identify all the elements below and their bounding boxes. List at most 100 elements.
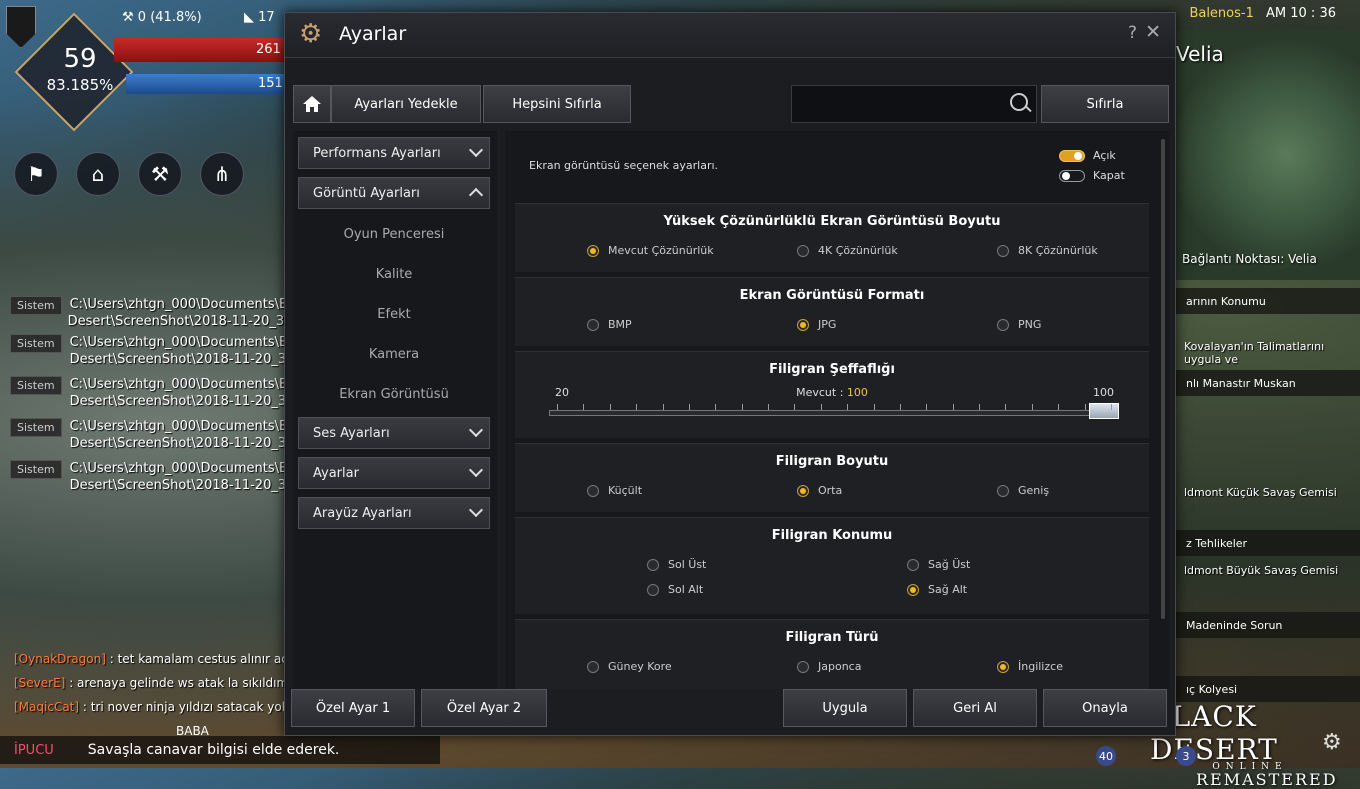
settings-sidebar: Performans Ayarları Görüntü Ayarları Oyu… (293, 131, 497, 689)
wm-position-option[interactable]: Sağ Üst (907, 558, 970, 571)
close-button[interactable]: ✕ (1145, 21, 1161, 43)
notification-badge[interactable]: 3 (1176, 746, 1196, 766)
system-tag: Sistem (10, 418, 62, 437)
slider-tick (636, 404, 638, 410)
quest-item[interactable]: Madeninde Sorun (1176, 612, 1360, 638)
opacity-slider-track[interactable] (549, 410, 1119, 416)
quest-item[interactable]: nlı Manastır Muskan (1176, 370, 1360, 396)
quest-sub: ldmont Küçük Savaş Gemisi (1184, 486, 1337, 499)
radio-icon (647, 583, 659, 596)
chevron-up-icon (468, 187, 484, 203)
slider-tick (899, 404, 901, 410)
slider-tick (768, 404, 770, 410)
wm-size-option[interactable]: Geniş (997, 484, 1049, 497)
quest-item[interactable]: ıç Kolyesi (1176, 676, 1360, 702)
notification-badge[interactable]: 40 (1096, 746, 1116, 766)
wm-type-option[interactable]: İngilizce (997, 660, 1063, 673)
wm-position-option[interactable]: Sağ Alt (907, 583, 967, 596)
search-box[interactable] (791, 85, 1037, 123)
opacity-section: Filigran Şeffaflığı 20 Mevcut : 100 100 (515, 351, 1149, 438)
help-button[interactable]: ? (1128, 23, 1137, 43)
system-message: Sistem C:\Users\zhtgn_000\Documents\B Des… (10, 460, 288, 494)
system-message: Sistem C:\Users\zhtgn_000\Documents\B Des… (10, 376, 288, 410)
hp-value: 261 (256, 42, 281, 57)
wm-size-option[interactable]: Orta (797, 484, 842, 497)
sidebar-item-effect[interactable]: Efekt (298, 297, 490, 331)
sidebar-item-label: Ses Ayarları (313, 425, 390, 441)
game-time: AM 10 : 36 (1266, 6, 1336, 21)
system-message: Sistem C:\Users\zhtgn_000\Documents\B Des… (10, 334, 288, 368)
sidebar-item-settings[interactable]: Ayarlar (298, 457, 490, 489)
radio-icon (797, 484, 809, 497)
pickaxe-icon: ⚒ (122, 10, 138, 25)
radio-icon (997, 484, 1009, 497)
resolution-option[interactable]: 4K Çözünürlük (797, 244, 898, 257)
sidebar-item-sound[interactable]: Ses Ayarları (298, 417, 490, 449)
sidebar-item-label: Performans Ayarları (313, 145, 441, 161)
reset-button[interactable]: Sıfırla (1041, 85, 1169, 123)
settings-gear-icon[interactable]: ⚙ (1322, 730, 1342, 755)
reset-all-button[interactable]: Hepsini Sıfırla (483, 85, 631, 123)
house-icon[interactable]: ⌂ (76, 152, 120, 196)
home-icon (303, 96, 321, 112)
minimap[interactable] (1176, 30, 1360, 280)
content-scrollbar[interactable] (1161, 139, 1165, 619)
slider-tick (952, 404, 954, 410)
wm-position-title: Filigran Konumu (771, 528, 893, 543)
format-option[interactable]: PNG (997, 318, 1041, 331)
system-text: C:\Users\zhtgn_000\Documents\B Desert\Scr… (69, 335, 288, 367)
format-option[interactable]: JPG (797, 318, 836, 331)
slider-tick (1111, 404, 1112, 410)
revert-button[interactable]: Geri Al (913, 689, 1037, 727)
system-text: C:\Users\zhtgn_000\Documents\B Desert\Scr… (67, 297, 288, 329)
sidebar-item-camera[interactable]: Kamera (298, 337, 490, 371)
wm-position-section: Filigran Konumu Sol Üst Sağ Üst Sol Alt … (515, 517, 1149, 614)
hud-left: 59 83.185% 261 151 ⚒ 0 (41.8%) ◣ 17 ⚑ ⌂ … (0, 0, 290, 768)
legend-on-label: Açık (1093, 149, 1116, 162)
wm-type-option[interactable]: Güney Kore (587, 660, 672, 673)
sidebar-item-performance[interactable]: Performans Ayarları (298, 137, 490, 169)
custom-preset-1-button[interactable]: Özel Ayar 1 (291, 689, 415, 727)
sidebar-item-game-window[interactable]: Oyun Penceresi (298, 217, 490, 251)
radio-icon (797, 318, 809, 331)
farm-icon[interactable]: ⋔ (200, 152, 244, 196)
format-option[interactable]: BMP (587, 318, 632, 331)
wm-position-option[interactable]: Sol Alt (647, 583, 703, 596)
window-title: Ayarlar (339, 23, 407, 45)
quest-item[interactable]: z Tehlikeler (1176, 530, 1360, 556)
wm-position-option[interactable]: Sol Üst (647, 558, 706, 571)
search-icon[interactable] (1010, 93, 1028, 111)
wm-type-option[interactable]: Japonca (797, 660, 861, 673)
radio-icon (587, 484, 599, 497)
wm-size-option[interactable]: Küçült (587, 484, 642, 497)
sidebar-item-interface[interactable]: Arayüz Ayarları (298, 497, 490, 529)
radio-icon (587, 244, 599, 257)
slider-tick (741, 404, 743, 410)
game-logo: BLACK DESERT ONLINE REMASTERED (1150, 700, 1338, 789)
home-button[interactable] (293, 85, 331, 123)
system-tag: Sistem (10, 460, 62, 479)
backup-settings-button[interactable]: Ayarları Yedekle (331, 85, 481, 123)
opacity-slider-thumb[interactable] (1089, 403, 1119, 419)
custom-preset-2-button[interactable]: Özel Ayar 2 (421, 689, 547, 727)
resolution-option[interactable]: 8K Çözünürlük (997, 244, 1098, 257)
radio-icon (907, 558, 919, 571)
toggle-on-icon (1059, 149, 1085, 162)
slider-tick (557, 404, 558, 410)
title-bar[interactable]: ⚙ Ayarlar ? ✕ (285, 13, 1175, 58)
slider-tick (873, 404, 875, 410)
slider-tick (1084, 404, 1086, 410)
format-section: Ekran Görüntüsü Formatı BMP JPG PNG (515, 277, 1149, 346)
quest-item[interactable]: arının Konumu (1176, 288, 1360, 314)
apply-button[interactable]: Uygula (783, 689, 907, 727)
resolution-option[interactable]: Mevcut Çözünürlük (587, 244, 714, 257)
pickaxe-tool-icon[interactable]: ⚒ (138, 152, 182, 196)
sidebar-item-display[interactable]: Görüntü Ayarları (298, 177, 490, 209)
flag-icon[interactable]: ⚑ (14, 152, 58, 196)
system-text: C:\Users\zhtgn_000\Documents\B Desert\Scr… (69, 419, 288, 451)
sidebar-item-screenshot[interactable]: Ekran Görüntüsü (298, 377, 490, 411)
sidebar-item-quality[interactable]: Kalite (298, 257, 490, 291)
confirm-button[interactable]: Onayla (1043, 689, 1167, 727)
search-input[interactable] (800, 94, 1004, 116)
wm-size-section: Filigran Boyutu Küçült Orta Geniş (515, 443, 1149, 512)
